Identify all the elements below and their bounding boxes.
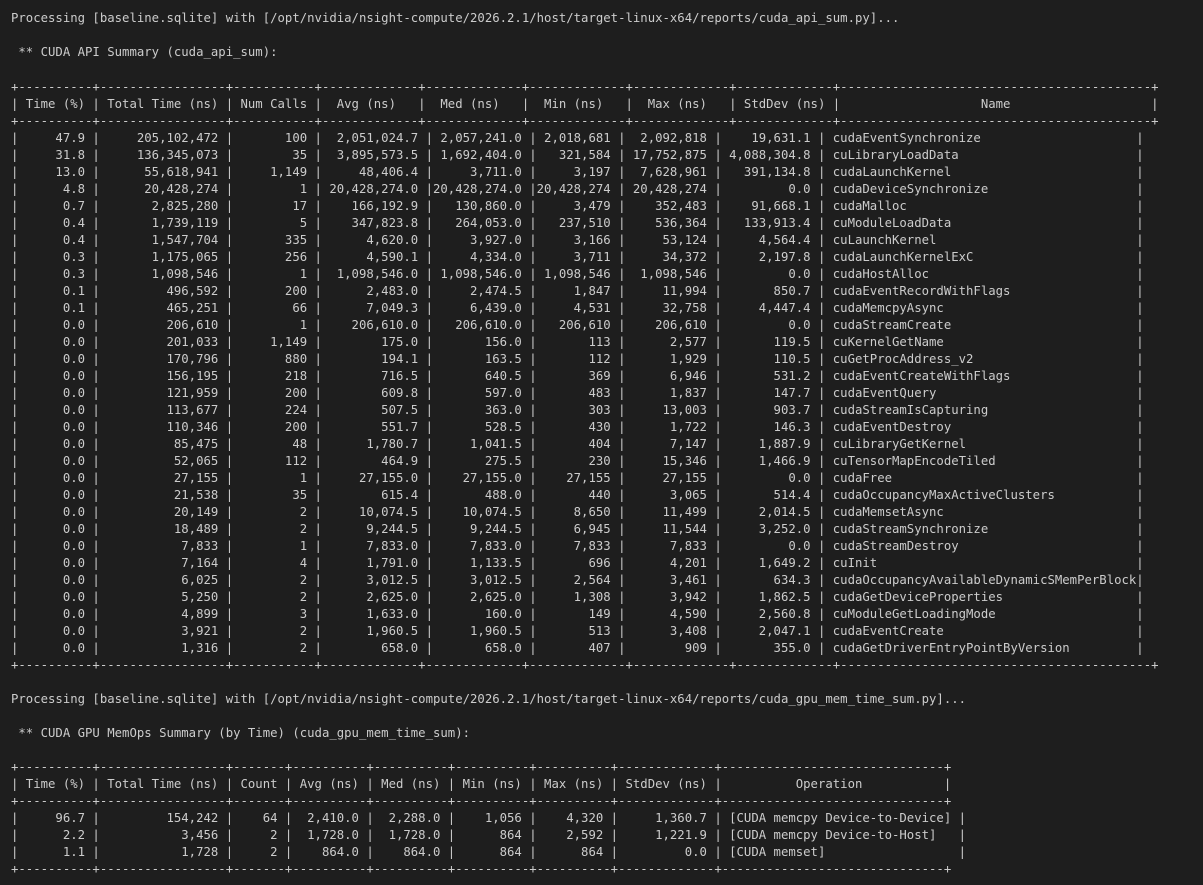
api-table-top-border: +----------+-----------------+----------…	[11, 80, 1159, 94]
api-table-row: | 0.0 | 18,489 | 2 | 9,244.5 | 9,244.5 |…	[11, 522, 1144, 536]
api-table-row: | 0.3 | 1,175,065 | 256 | 4,590.1 | 4,33…	[11, 250, 1144, 264]
api-table-row: | 0.0 | 170,796 | 880 | 194.1 | 163.5 | …	[11, 352, 1144, 366]
mem-processing-line: Processing [baseline.sqlite] with [/opt/…	[11, 692, 967, 706]
mem-table-row: | 1.1 | 1,728 | 2 | 864.0 | 864.0 | 864 …	[11, 845, 967, 859]
mem-table-header: | Time (%) | Total Time (ns) | Count | A…	[11, 777, 952, 791]
api-table-row: | 0.0 | 201,033 | 1,149 | 175.0 | 156.0 …	[11, 335, 1144, 349]
api-table-row: | 0.4 | 1,739,119 | 5 | 347,823.8 | 264,…	[11, 216, 1144, 230]
api-table-row: | 0.0 | 5,250 | 2 | 2,625.0 | 2,625.0 | …	[11, 590, 1144, 604]
api-summary-title: ** CUDA API Summary (cuda_api_sum):	[11, 45, 278, 59]
api-table-row: | 0.0 | 21,538 | 35 | 615.4 | 488.0 | 44…	[11, 488, 1144, 502]
api-table-row: | 0.3 | 1,098,546 | 1 | 1,098,546.0 | 1,…	[11, 267, 1144, 281]
api-table-row: | 0.1 | 496,592 | 200 | 2,483.0 | 2,474.…	[11, 284, 1144, 298]
api-table-header: | Time (%) | Total Time (ns) | Num Calls…	[11, 97, 1159, 111]
api-table-row: | 0.0 | 110,346 | 200 | 551.7 | 528.5 | …	[11, 420, 1144, 434]
api-table-row: | 4.8 | 20,428,274 | 1 | 20,428,274.0 |2…	[11, 182, 1144, 196]
api-table-row: | 0.1 | 465,251 | 66 | 7,049.3 | 6,439.0…	[11, 301, 1144, 315]
api-table-row: | 0.0 | 113,677 | 224 | 507.5 | 363.0 | …	[11, 403, 1144, 417]
mem-table-top-border: +----------+-----------------+-------+--…	[11, 760, 952, 774]
api-table-header-border: +----------+-----------------+----------…	[11, 114, 1159, 128]
api-table-row: | 0.0 | 52,065 | 112 | 464.9 | 275.5 | 2…	[11, 454, 1144, 468]
mem-table-row: | 2.2 | 3,456 | 2 | 1,728.0 | 1,728.0 | …	[11, 828, 967, 842]
api-table-row: | 0.4 | 1,547,704 | 335 | 4,620.0 | 3,92…	[11, 233, 1144, 247]
mem-table-bottom-border: +----------+-----------------+-------+--…	[11, 862, 952, 876]
api-table-row: | 0.0 | 7,833 | 1 | 7,833.0 | 7,833.0 | …	[11, 539, 1144, 553]
terminal-output[interactable]: Processing [baseline.sqlite] with [/opt/…	[0, 0, 1203, 885]
mem-summary-title: ** CUDA GPU MemOps Summary (by Time) (cu…	[11, 726, 471, 740]
mem-table-row: | 96.7 | 154,242 | 64 | 2,410.0 | 2,288.…	[11, 811, 967, 825]
api-table-row: | 31.8 | 136,345,073 | 35 | 3,895,573.5 …	[11, 148, 1144, 162]
api-table-row: | 0.0 | 20,149 | 2 | 10,074.5 | 10,074.5…	[11, 505, 1144, 519]
api-table-row: | 0.0 | 1,316 | 2 | 658.0 | 658.0 | 407 …	[11, 641, 1144, 655]
api-table-row: | 47.9 | 205,102,472 | 100 | 2,051,024.7…	[11, 131, 1144, 145]
api-table-row: | 0.0 | 206,610 | 1 | 206,610.0 | 206,61…	[11, 318, 1144, 332]
api-table-row: | 0.0 | 4,899 | 3 | 1,633.0 | 160.0 | 14…	[11, 607, 1144, 621]
api-table-bottom-border: +----------+-----------------+----------…	[11, 658, 1159, 672]
api-table-row: | 0.0 | 7,164 | 4 | 1,791.0 | 1,133.5 | …	[11, 556, 1144, 570]
api-processing-line: Processing [baseline.sqlite] with [/opt/…	[11, 11, 900, 25]
api-table-row: | 13.0 | 55,618,941 | 1,149 | 48,406.4 |…	[11, 165, 1144, 179]
api-table-row: | 0.0 | 27,155 | 1 | 27,155.0 | 27,155.0…	[11, 471, 1144, 485]
api-table-row: | 0.7 | 2,825,280 | 17 | 166,192.9 | 130…	[11, 199, 1144, 213]
mem-table-header-border: +----------+-----------------+-------+--…	[11, 794, 952, 808]
api-table-row: | 0.0 | 121,959 | 200 | 609.8 | 597.0 | …	[11, 386, 1144, 400]
api-table-row: | 0.0 | 3,921 | 2 | 1,960.5 | 1,960.5 | …	[11, 624, 1144, 638]
api-table-row: | 0.0 | 6,025 | 2 | 3,012.5 | 3,012.5 | …	[11, 573, 1144, 587]
api-table-row: | 0.0 | 156,195 | 218 | 716.5 | 640.5 | …	[11, 369, 1144, 383]
api-table-row: | 0.0 | 85,475 | 48 | 1,780.7 | 1,041.5 …	[11, 437, 1144, 451]
